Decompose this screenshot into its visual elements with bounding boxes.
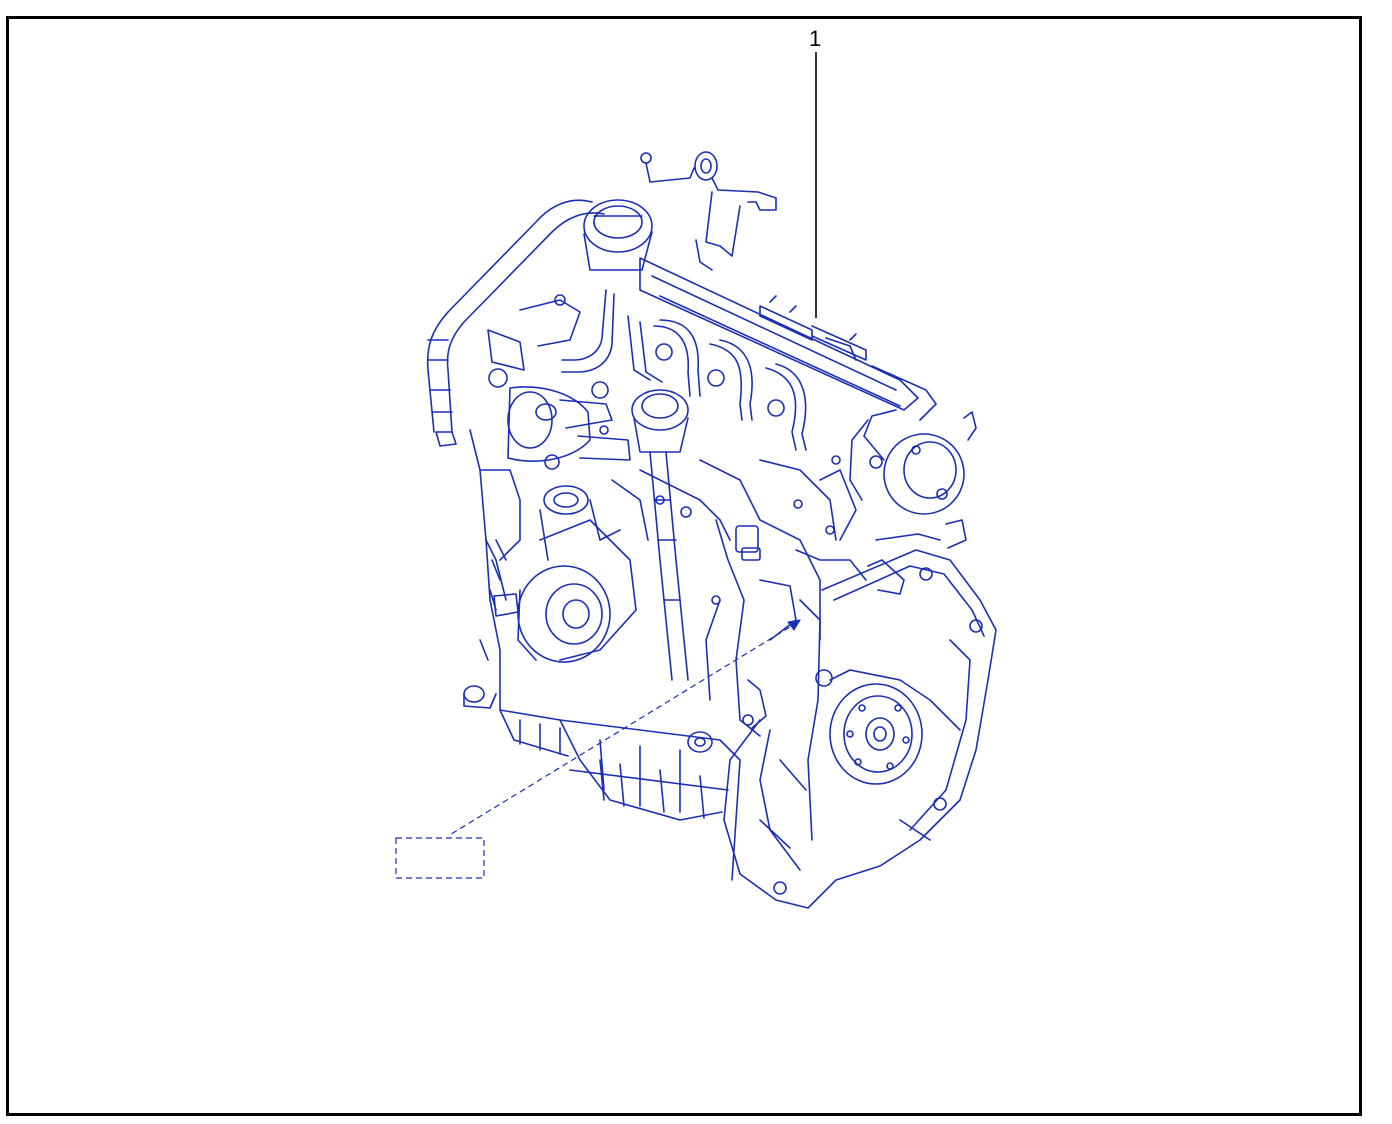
- front-filler-cap-icon: [631, 389, 689, 681]
- bellhousing-icon: [723, 549, 997, 909]
- label-pointer-arrowhead: [787, 619, 801, 631]
- callout-label-1[interactable]: 1: [809, 26, 821, 51]
- fuel-pump-icon: [487, 294, 631, 470]
- flywheel-flange-icon: [829, 683, 923, 785]
- valve-cover-icon: [639, 257, 937, 421]
- vacuum-pump-icon: [849, 409, 977, 549]
- parts-diagram: 1: [395, 26, 997, 909]
- intake-pipe-icon: [426, 199, 605, 447]
- lifting-bracket-icon: [640, 151, 777, 271]
- intake-manifold-icon: [611, 459, 941, 737]
- engine-assembly-icon[interactable]: [426, 151, 997, 909]
- oil-filter-icon: [491, 519, 637, 663]
- dashed-label-placeholder[interactable]: [395, 837, 485, 879]
- oil-pan-icon: [559, 719, 741, 881]
- injector-lines-icon: [561, 289, 807, 451]
